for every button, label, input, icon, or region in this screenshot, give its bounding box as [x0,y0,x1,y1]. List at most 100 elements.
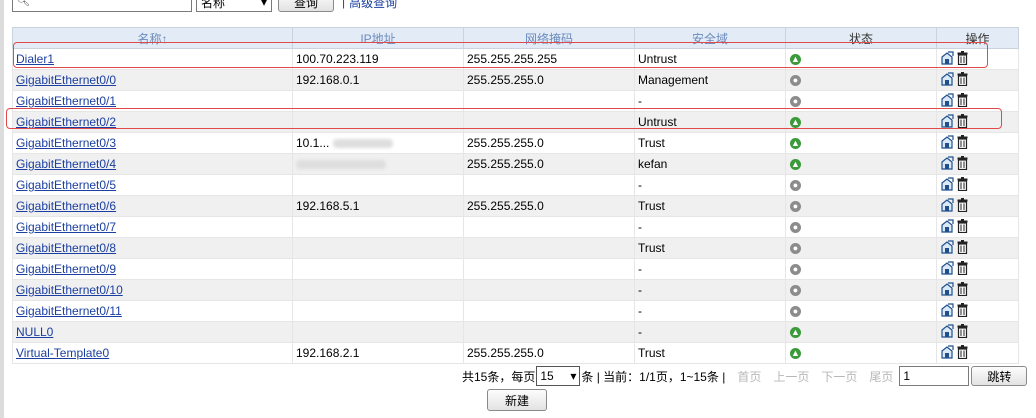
cell-mask [463,216,635,238]
edit-icon[interactable] [940,155,954,173]
cell-zone: Trust [634,237,786,259]
delete-icon[interactable] [957,218,968,236]
cell-status: ▲ [785,321,937,343]
security-zone: Trust [638,241,665,255]
cell-ip [292,300,464,322]
interface-link[interactable]: GigabitEthernet0/5 [16,178,116,192]
edit-icon[interactable] [940,92,954,110]
delete-icon[interactable] [957,92,968,110]
interface-link[interactable]: GigabitEthernet0/11 [16,304,122,318]
interface-link[interactable]: Dialer1 [16,52,54,66]
cell-actions [936,111,1019,133]
delete-icon[interactable] [957,344,968,362]
edit-icon[interactable] [940,134,954,152]
delete-icon[interactable] [957,155,968,173]
cell-actions [936,342,1019,364]
cell-ip: 10.1... [292,132,464,154]
delete-icon[interactable] [957,323,968,341]
cell-mask: 255.255.255.255 [463,48,635,70]
edit-icon[interactable] [940,302,954,320]
cell-zone: - [634,321,786,343]
delete-icon[interactable] [957,113,968,131]
cell-name: GigabitEthernet0/6 [12,195,293,217]
prev-page-link[interactable]: 上一页 [773,368,809,385]
column-header-zone[interactable]: 安全域 [634,27,786,49]
cell-status: ▲ [785,342,937,364]
delete-icon[interactable] [957,302,968,320]
cell-mask [463,279,635,301]
cell-actions [936,153,1019,175]
delete-icon[interactable] [957,176,968,194]
page-size-select[interactable]: 15 ▾ [536,366,581,386]
interface-link[interactable]: GigabitEthernet0/6 [16,199,116,213]
interface-link[interactable]: GigabitEthernet0/4 [16,157,116,171]
edit-icon[interactable] [940,323,954,341]
edit-icon[interactable] [940,239,954,257]
delete-icon[interactable] [957,50,968,68]
cell-status: ● [785,258,937,280]
next-page-link[interactable]: 下一页 [821,368,857,385]
edit-icon[interactable] [940,50,954,68]
security-zone: Untrust [638,115,677,129]
edit-icon[interactable] [940,344,954,362]
delete-icon[interactable] [957,71,968,89]
interface-link[interactable]: Virtual-Template0 [16,346,109,360]
cell-actions [936,237,1019,259]
edit-icon[interactable] [940,71,954,89]
cell-name: GigabitEthernet0/4 [12,153,293,175]
column-header-mask[interactable]: 网络掩码 [463,27,635,49]
cell-zone: - [634,300,786,322]
cell-name: GigabitEthernet0/3 [12,132,293,154]
delete-icon[interactable] [957,239,968,257]
pager-total-label: 共15条，每页 [462,369,536,384]
cell-zone: - [634,258,786,280]
delete-icon[interactable] [957,197,968,215]
last-page-link[interactable]: 尾页 [869,368,893,385]
table-row: GigabitEthernet0/0 192.168.0.1 255.255.255… [12,69,1019,91]
table-row: GigabitEthernet0/6 192.168.5.1 255.255.255… [12,195,1019,217]
page-number-input[interactable] [899,366,970,386]
search-field-select[interactable]: 名称 ▾ [196,0,272,12]
delete-icon[interactable] [957,281,968,299]
cell-ip: 100.70.223.119 [292,48,464,70]
cell-zone: - [634,216,786,238]
delete-icon[interactable] [957,260,968,278]
page-size-value: 15 [540,369,554,383]
interface-link[interactable]: GigabitEthernet0/8 [16,241,116,255]
interface-link[interactable]: GigabitEthernet0/7 [16,220,116,234]
edit-icon[interactable] [940,260,954,278]
interface-link[interactable]: GigabitEthernet0/0 [16,73,116,87]
interface-link[interactable]: NULL0 [16,325,53,339]
interface-link[interactable]: GigabitEthernet0/1 [16,94,116,108]
first-page-link[interactable]: 首页 [737,368,761,385]
delete-icon[interactable] [957,134,968,152]
interface-link[interactable]: GigabitEthernet0/3 [16,136,116,150]
edit-icon[interactable] [940,197,954,215]
advanced-query-link[interactable]: 高级查询 [349,0,397,11]
search-input[interactable]: 🔍︎ [12,0,192,12]
cell-zone: Management [634,69,786,91]
cell-ip: 192.168.2.1 [292,342,464,364]
query-button[interactable]: 查询 [278,0,334,12]
column-header-name[interactable]: 名称↑ [12,27,293,49]
security-zone: Trust [638,136,665,150]
cell-actions [936,48,1019,70]
column-header-ip[interactable]: IP地址 [292,27,464,49]
interface-link[interactable]: GigabitEthernet0/10 [16,283,123,297]
interface-link[interactable]: GigabitEthernet0/9 [16,262,116,276]
ip-address: 100.70.223.119 [296,52,379,66]
edit-icon[interactable] [940,113,954,131]
cell-zone: Trust [634,342,786,364]
netmask: 255.255.255.255 [467,52,558,66]
new-button[interactable]: 新建 [487,389,547,411]
security-zone: - [638,220,642,234]
cell-name: NULL0 [12,321,293,343]
edit-icon[interactable] [940,281,954,299]
status-up-icon: ▲ [790,348,801,360]
edit-icon[interactable] [940,176,954,194]
interface-link[interactable]: GigabitEthernet0/2 [16,115,116,129]
edit-icon[interactable] [940,218,954,236]
chevron-down-icon: ▾ [570,369,577,383]
cell-zone: - [634,279,786,301]
jump-button[interactable]: 跳转 [971,366,1028,386]
